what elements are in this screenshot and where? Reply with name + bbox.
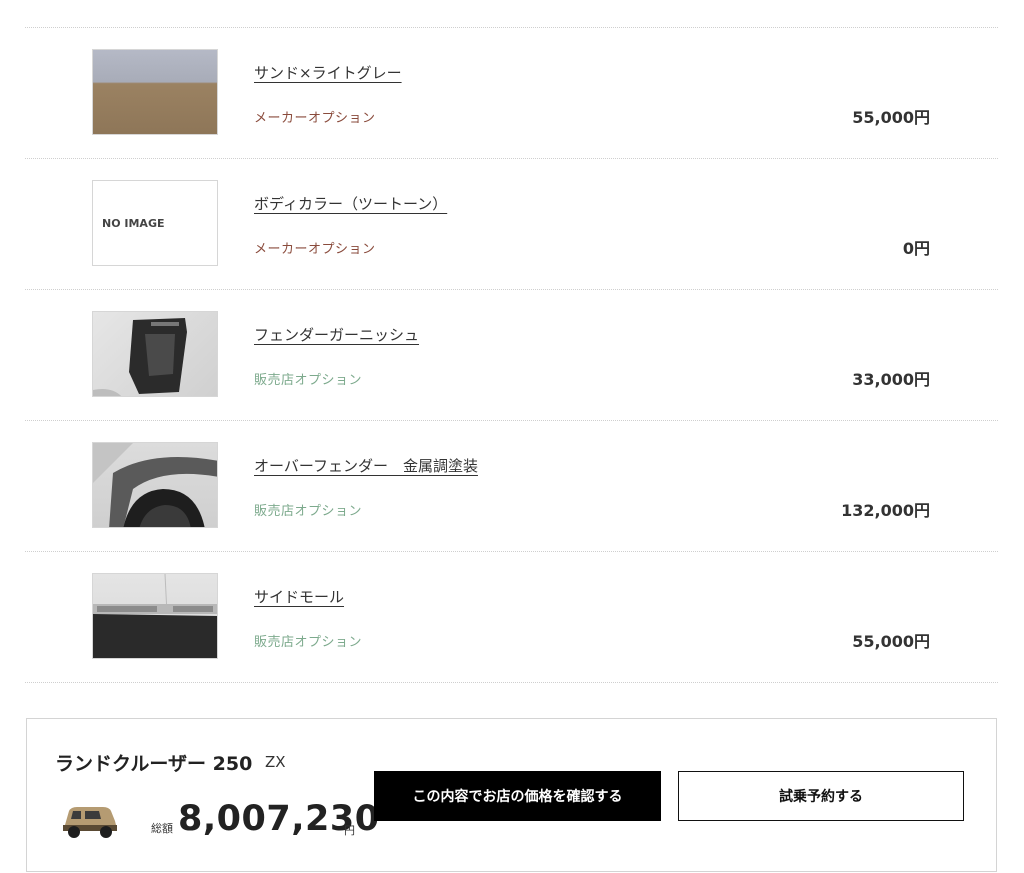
no-image-placeholder: NO IMAGE [92, 180, 218, 266]
grade-name: ZX [265, 753, 286, 771]
option-price: 55,000円 [852, 632, 930, 651]
option-category: メーカーオプション [254, 111, 376, 126]
over-fender-image [92, 442, 218, 528]
option-category: 販売店オプション [254, 635, 363, 650]
fender-garnish-image [92, 311, 218, 397]
model-name: ランドクルーザー 250 [55, 753, 253, 775]
test-drive-reservation-button[interactable]: 試乗予約する [678, 771, 964, 821]
option-category: メーカーオプション [254, 242, 376, 257]
option-row: オーバーフェンダー 金属調塗装 販売店オプション 132,000円 [25, 421, 998, 552]
total-label: 総額 [151, 822, 173, 835]
option-price: 55,000円 [852, 108, 930, 127]
option-name-link[interactable]: サイドモール [254, 586, 344, 607]
option-name-link[interactable]: オーバーフェンダー 金属調塗装 [254, 455, 478, 476]
option-name-link[interactable]: フェンダーガーニッシュ [254, 324, 419, 345]
option-list: サンド×ライトグレー メーカーオプション 55,000円 NO IMAGE ボデ… [25, 27, 998, 683]
option-category: 販売店オプション [254, 373, 363, 388]
check-store-price-button[interactable]: この内容でお店の価格を確認する [374, 771, 661, 821]
estimate-summary-bar: ランドクルーザー 250 ZX 総額 8,007,230 円 この内容でお店の価… [26, 718, 997, 872]
option-category: 販売店オプション [254, 504, 363, 519]
option-row: フェンダーガーニッシュ 販売店オプション 33,000円 [25, 290, 998, 421]
option-price: 33,000円 [852, 370, 930, 389]
no-image-label: NO IMAGE [102, 216, 165, 230]
currency-unit: 円 [344, 824, 355, 837]
color-swatch-image [92, 49, 218, 135]
option-row: サイドモール 販売店オプション 55,000円 [25, 552, 998, 683]
option-name-link[interactable]: サンド×ライトグレー [254, 62, 402, 83]
option-row: サンド×ライトグレー メーカーオプション 55,000円 [25, 28, 998, 159]
side-mole-image [92, 573, 218, 659]
option-price: 0円 [902, 239, 930, 258]
vehicle-thumbnail [59, 797, 121, 841]
option-price: 132,000円 [841, 501, 930, 520]
option-name-link[interactable]: ボディカラー（ツートーン） [254, 193, 447, 214]
option-row: NO IMAGE ボディカラー（ツートーン） メーカーオプション 0円 [25, 159, 998, 290]
